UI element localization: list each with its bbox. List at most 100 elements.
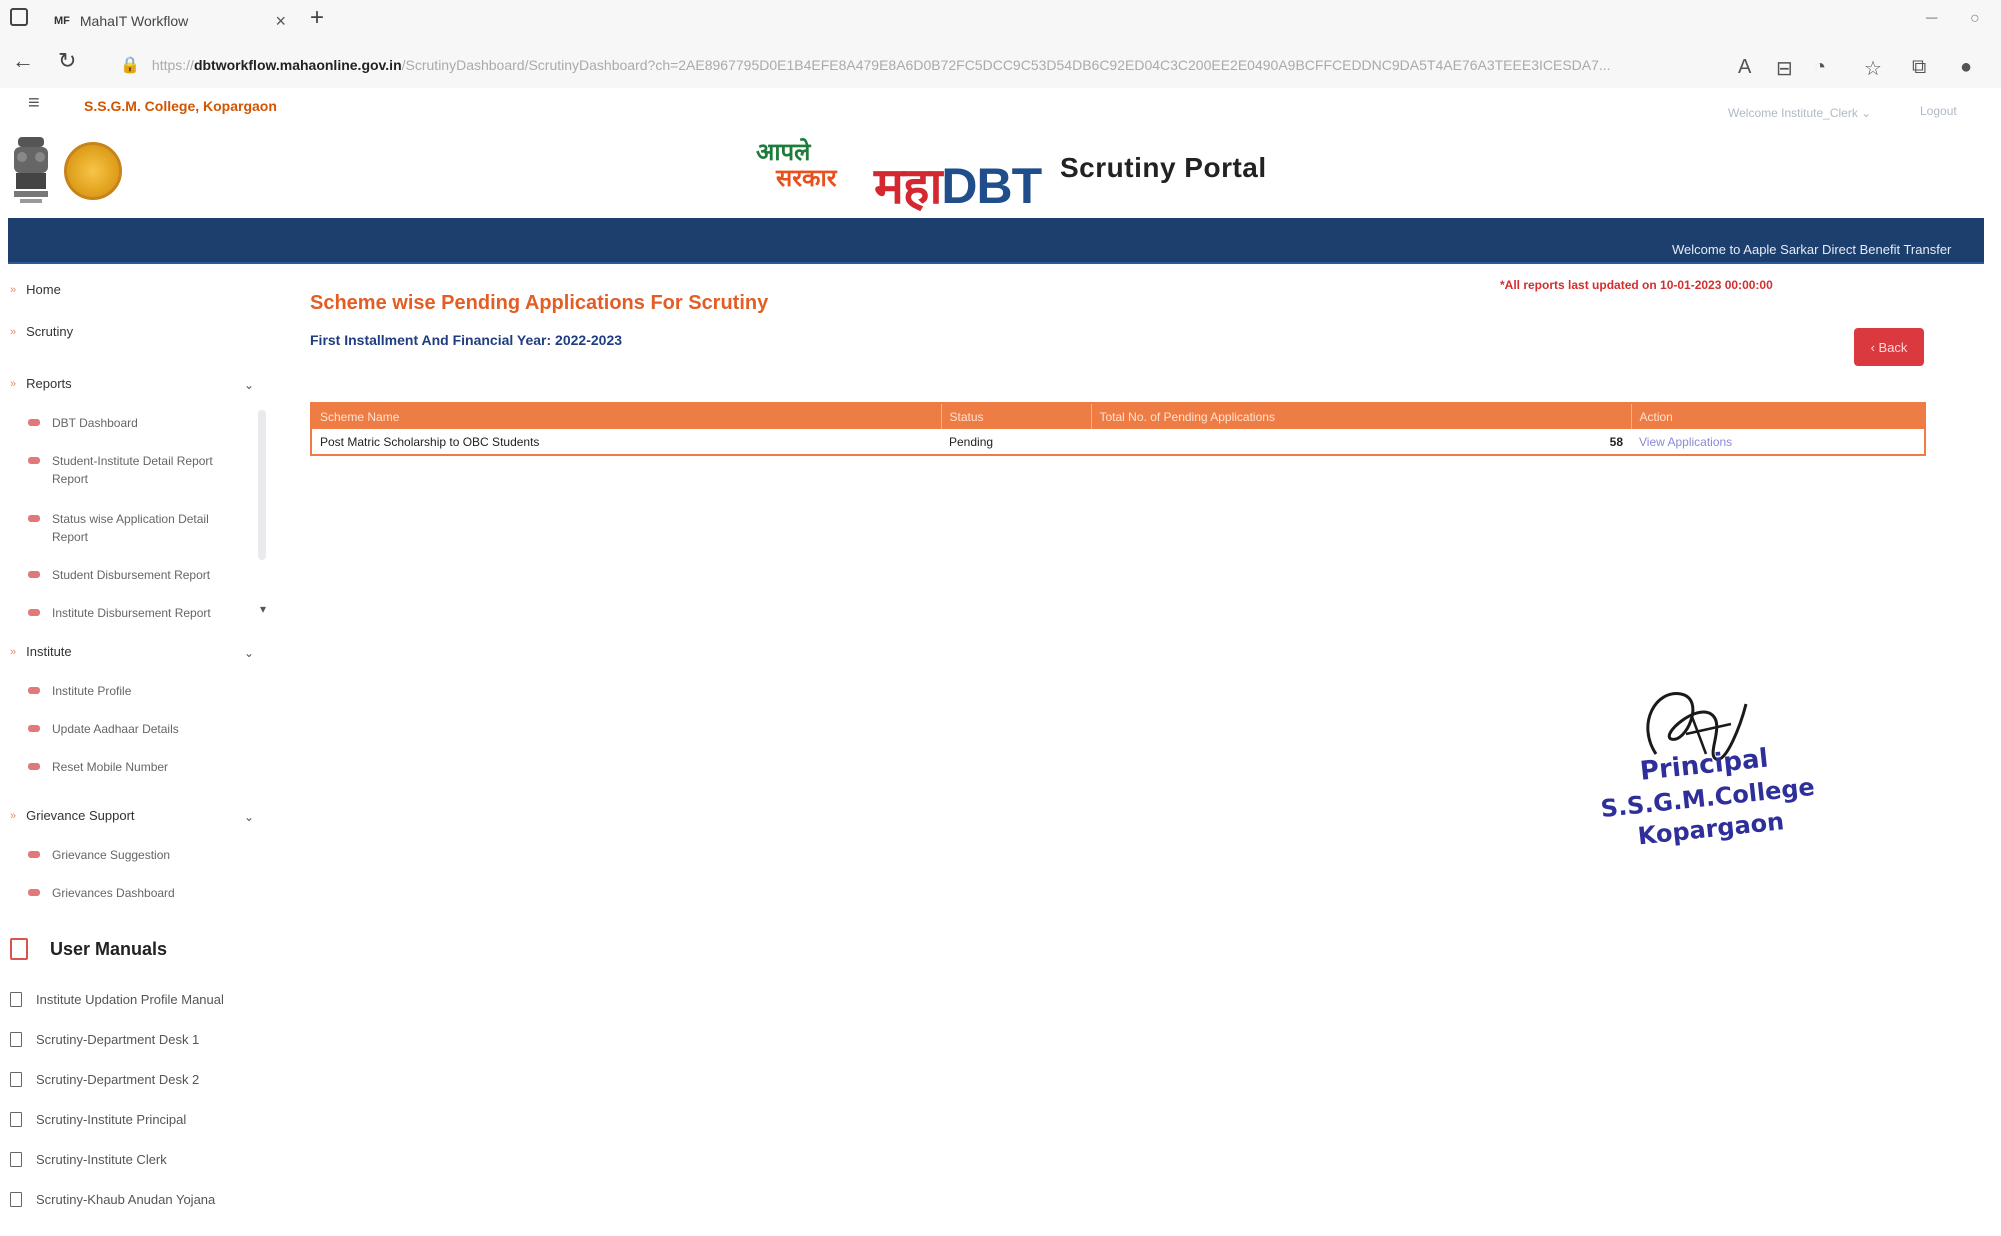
sidebar-item-home[interactable]: » Home (10, 282, 61, 297)
manual-link-department-desk-1[interactable]: Scrutiny-Department Desk 1 (10, 1032, 199, 1047)
bullet-icon (28, 851, 40, 858)
manual-label: Scrutiny-Khaub Anudan Yojana (36, 1192, 216, 1207)
sidebar-subitem-label: Status wise Application Detail Report (52, 512, 209, 544)
url-path: /ScrutinyDashboard/ScrutinyDashboard?ch=… (401, 57, 1611, 73)
sidebar-item-grievance[interactable]: » Grievance Support (10, 808, 135, 823)
minimize-icon[interactable]: ─ (1926, 10, 1937, 28)
sidebar-scrollbar[interactable] (258, 410, 266, 560)
url-host: dbtworkflow.mahaonline.gov.in (193, 57, 402, 73)
tab-close-icon[interactable]: × (275, 11, 286, 32)
tab-title: MahaIT Workflow (79, 13, 189, 29)
address-bar[interactable]: 🔒 https:// dbtworkflow.mahaonline.gov.in… (120, 50, 1740, 80)
column-header-action: Action (1631, 403, 1926, 429)
page-subtitle: First Installment And Financial Year: 20… (310, 332, 623, 348)
column-header-total[interactable]: Total No. of Pending Applications (1091, 403, 1632, 429)
view-applications-link[interactable]: View Applications (1639, 435, 1732, 449)
college-name: S.S.G.M. College, Kopargaon (84, 98, 277, 114)
favorites-icon[interactable]: ☆ (1864, 56, 1882, 81)
collections-icon[interactable]: ⧉ (1912, 56, 1926, 79)
sidebar-subitem-grievances-dashboard[interactable]: Grievances Dashboard (28, 884, 248, 902)
sidebar-subitem-status-wise-report[interactable]: Status wise Application Detail Report (28, 510, 248, 546)
sidebar-subitem-reset-mobile[interactable]: Reset Mobile Number (28, 758, 248, 776)
national-emblem-icon (14, 137, 48, 203)
table-header-row: Scheme Name Status Total No. of Pending … (311, 403, 1926, 429)
principal-stamp: Principal S.S.G.M.College Kopargaon (1596, 737, 1820, 855)
close-window-icon[interactable]: ○ (1970, 10, 1980, 28)
sidebar-item-scrutiny[interactable]: » Scrutiny (10, 324, 73, 339)
arrow-right-icon: » (10, 645, 17, 658)
manual-label: Institute Updation Profile Manual (36, 992, 224, 1007)
manual-link-institute-clerk[interactable]: Scrutiny-Institute Clerk (10, 1152, 167, 1167)
logout-link[interactable]: Logout (1920, 104, 1957, 118)
manual-link-khaub-anudan[interactable]: Scrutiny-Khaub Anudan Yojana (10, 1192, 215, 1207)
tab-favicon-icon: MF (54, 15, 70, 27)
split-screen-icon[interactable]: ⊟ (1776, 56, 1793, 81)
sidebar-subitem-label: Student-Institute Detail Report Report (52, 454, 213, 486)
back-icon[interactable]: ← (12, 48, 34, 74)
bullet-icon (28, 419, 40, 426)
manual-link-institute-principal[interactable]: Scrutiny-Institute Principal (10, 1112, 186, 1127)
sidebar-item-label: Scrutiny (26, 324, 74, 339)
sidebar-subitem-label: Student Disbursement Report (52, 568, 211, 582)
browser-tab[interactable]: MF MahaIT Workflow × (40, 4, 300, 38)
hamburger-menu-icon[interactable]: ≡ (28, 92, 40, 115)
sidebar-subitem-dbt-dashboard[interactable]: DBT Dashboard (28, 414, 248, 432)
user-manuals-heading: User Manuals (10, 938, 167, 960)
window-menu-icon[interactable] (10, 8, 28, 26)
bullet-icon (28, 609, 40, 616)
chevron-down-icon[interactable]: ⌄ (244, 646, 254, 660)
extensions-icon[interactable]: ◔ (1814, 56, 1826, 79)
column-header-status[interactable]: Status (941, 403, 1092, 429)
sidebar-subitem-label: Grievance Suggestion (52, 848, 171, 862)
reload-icon[interactable]: ↻ (58, 48, 76, 74)
sidebar-item-institute[interactable]: » Institute (10, 644, 72, 659)
table-row: Post Matric Scholarship to OBC Students … (311, 429, 1925, 455)
bullet-icon (28, 763, 40, 770)
cell-pending-count: 58 (1091, 429, 1631, 455)
manual-label: Scrutiny-Department Desk 2 (36, 1072, 200, 1087)
sidebar-subitem-label: Update Aadhaar Details (52, 722, 179, 736)
mahadbt-logo: महाDBT (874, 150, 1042, 218)
chevron-down-icon[interactable]: ⌄ (244, 378, 254, 392)
column-header-scheme[interactable]: Scheme Name (311, 403, 942, 429)
welcome-user-label: Welcome Institute_Clerk (1728, 106, 1858, 120)
sidebar-subitem-grievance-suggestion[interactable]: Grievance Suggestion (28, 846, 248, 864)
logo-aple-line1: आपले (756, 139, 811, 166)
sidebar-subitem-institute-disbursement[interactable]: Institute Disbursement Report (28, 604, 248, 622)
maharashtra-seal-icon (64, 142, 122, 200)
manual-link-department-desk-2[interactable]: Scrutiny-Department Desk 2 (10, 1072, 199, 1087)
new-tab-icon[interactable]: + (310, 4, 324, 32)
welcome-user-dropdown[interactable]: Welcome Institute_Clerk ⌄ (1728, 106, 1871, 120)
portal-title: Scrutiny Portal (1060, 152, 1267, 183)
sidebar-subitem-label: Institute Disbursement Report (52, 606, 211, 620)
manual-label: Scrutiny-Institute Principal (36, 1112, 187, 1127)
logo-dbt-text: DBT (941, 158, 1042, 214)
document-icon (10, 992, 22, 1007)
pdf-icon (10, 938, 28, 960)
sidebar-item-reports[interactable]: » Reports (10, 376, 72, 391)
logo-maha-text: महा (874, 158, 942, 214)
sidebar-subitem-update-aadhaar[interactable]: Update Aadhaar Details (28, 720, 248, 738)
last-updated-note: *All reports last updated on 10-01-2023 … (1500, 278, 1773, 292)
chevron-down-icon[interactable]: ⌄ (244, 810, 254, 824)
bullet-icon (28, 725, 40, 732)
sidebar-subitem-institute-profile[interactable]: Institute Profile (28, 682, 248, 700)
cell-status: Pending (941, 429, 1091, 455)
sidebar-item-label: Home (26, 282, 61, 297)
manual-link-institute-updation[interactable]: Institute Updation Profile Manual (10, 992, 224, 1007)
bullet-icon (28, 515, 40, 522)
sidebar-item-label: Institute (26, 644, 72, 659)
profile-icon[interactable]: ● (1960, 56, 1972, 79)
pending-applications-table: Scheme Name Status Total No. of Pending … (310, 402, 1926, 456)
read-aloud-icon[interactable]: A (1738, 56, 1751, 79)
sidebar-subitem-student-disbursement[interactable]: Student Disbursement Report (28, 566, 248, 584)
scroll-down-icon[interactable]: ▾ (260, 602, 266, 616)
back-button[interactable]: ‹ Back (1854, 328, 1924, 366)
sidebar-subitem-label: Grievances Dashboard (52, 886, 175, 900)
arrow-right-icon: » (10, 377, 17, 390)
logo-aple-line2: सरकार (776, 165, 837, 192)
sidebar-subitem-student-institute-report[interactable]: Student-Institute Detail Report Report (28, 452, 248, 488)
sidebar-subitem-label: DBT Dashboard (52, 416, 138, 430)
arrow-right-icon: » (10, 809, 17, 822)
document-icon (10, 1192, 22, 1207)
